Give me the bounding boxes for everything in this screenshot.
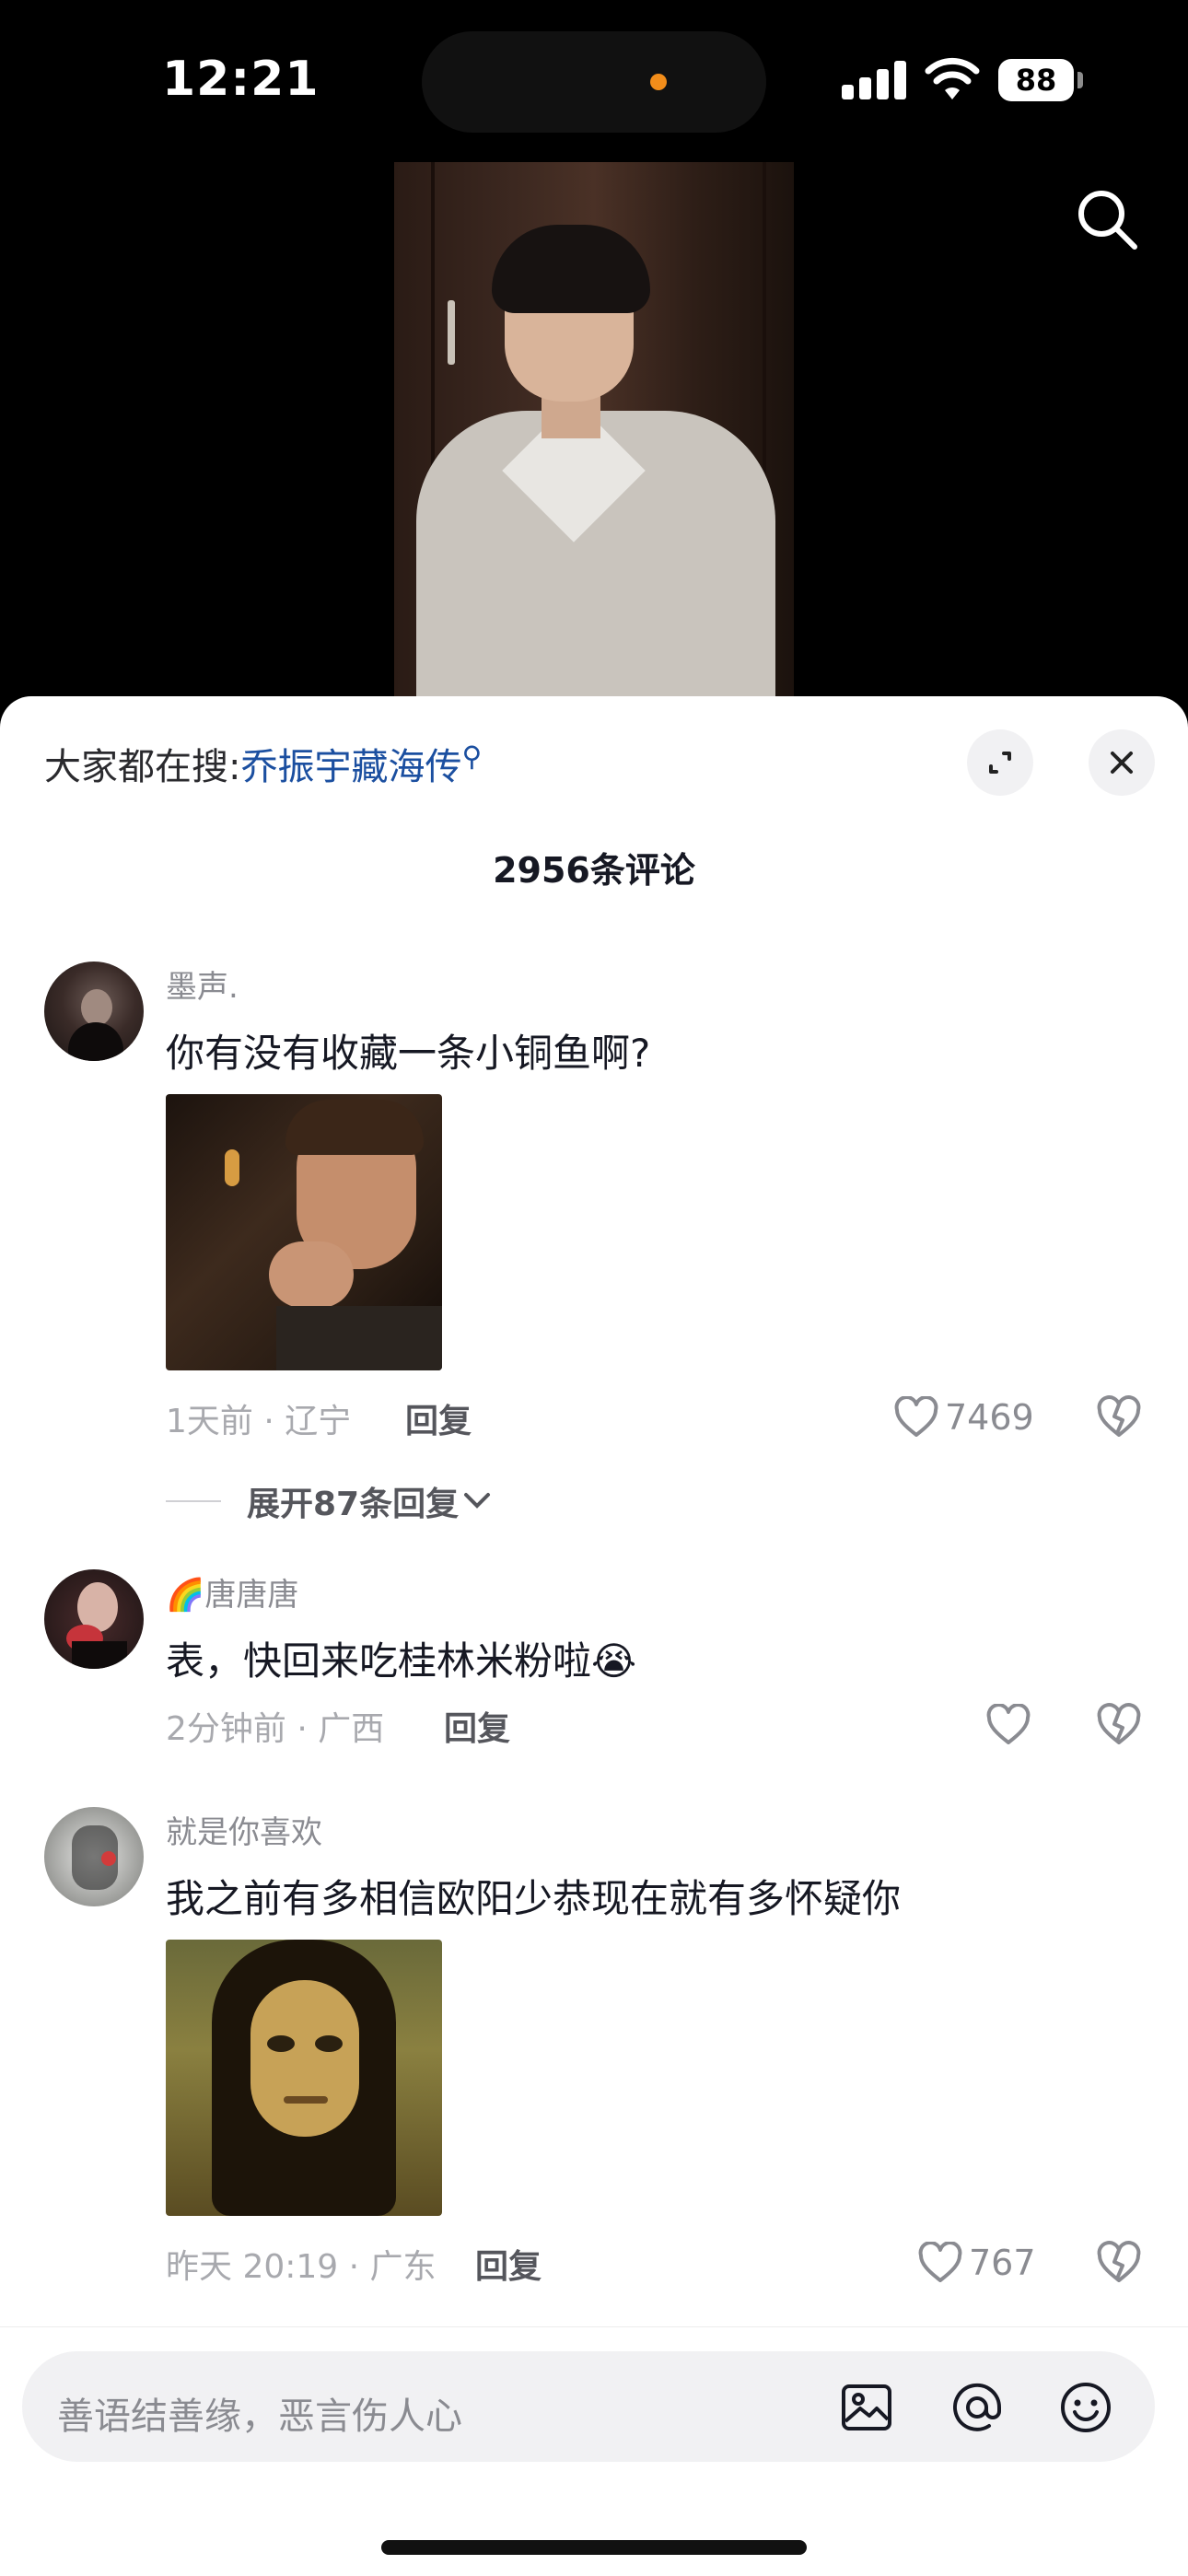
heart-icon	[918, 2242, 962, 2282]
username-text: 唐唐唐	[204, 1577, 299, 1614]
avatar[interactable]	[44, 962, 144, 1061]
heart-icon	[894, 1396, 938, 1437]
battery-tip	[1077, 72, 1083, 88]
avatar[interactable]	[44, 1569, 144, 1669]
comment-username[interactable]: 就是你喜欢	[166, 1807, 322, 1852]
reply-button[interactable]: 回复	[405, 1394, 472, 1442]
mini-search-icon: ⚲	[461, 740, 483, 774]
at-icon[interactable]	[949, 2379, 1006, 2436]
chevron-down-icon	[464, 1493, 491, 1509]
input-placeholder: 善语结善缘，恶言伤人心	[57, 2395, 462, 2438]
video-player[interactable]	[394, 162, 794, 696]
battery-level: 88	[1015, 63, 1057, 98]
comment-meta: 1天前 · 辽宁	[166, 1403, 352, 1440]
wifi-icon	[925, 57, 980, 99]
comment-image[interactable]	[166, 1940, 442, 2216]
comment-input-bar: 善语结善缘，恶言伤人心	[0, 2326, 1188, 2576]
status-bar: 12:21 88	[0, 0, 1188, 157]
emoji-icon[interactable]	[1057, 2379, 1114, 2436]
battery-icon: 88	[998, 59, 1074, 101]
expand-icon	[989, 752, 1011, 774]
home-indicator[interactable]	[381, 2540, 807, 2555]
expand-button[interactable]	[967, 729, 1033, 796]
reply-button[interactable]: 回复	[444, 1702, 510, 1750]
close-button[interactable]	[1089, 729, 1155, 796]
status-time: 12:21	[162, 52, 320, 107]
heart-icon	[986, 1704, 1031, 1744]
like-button[interactable]	[985, 1702, 1037, 1748]
close-icon	[1111, 752, 1133, 774]
dislike-icon[interactable]	[1096, 1394, 1142, 1440]
dislike-icon[interactable]	[1096, 1702, 1142, 1748]
avatar[interactable]	[44, 1807, 144, 1906]
recording-indicator	[650, 74, 667, 90]
trending-prefix: 大家都在搜:	[44, 746, 241, 788]
comment-username[interactable]: 🌈唐唐唐	[166, 1569, 298, 1614]
dislike-icon[interactable]	[1096, 2240, 1142, 2286]
comment-username[interactable]: 墨声.	[166, 962, 239, 1007]
comment-text: 你有没有收藏一条小铜鱼啊?	[166, 1031, 651, 1076]
comment-meta: 昨天 20:19 · 广东	[166, 2248, 437, 2286]
like-button[interactable]: 767	[917, 2240, 1036, 2286]
search-icon[interactable]	[1074, 186, 1142, 254]
comment-text: 我之前有多相信欧阳少恭现在就有多怀疑你	[166, 1876, 902, 1921]
expand-replies-label: 展开87条回复	[247, 1486, 460, 1523]
reply-button[interactable]: 回复	[475, 2240, 542, 2288]
trending-keyword[interactable]: 乔振宇藏海传	[240, 746, 461, 788]
comment-input[interactable]: 善语结善缘，恶言伤人心	[22, 2351, 1155, 2462]
comment-text: 表，快回来吃桂林米粉啦😭	[166, 1638, 637, 1684]
comment-image[interactable]	[166, 1094, 442, 1370]
expand-replies-button[interactable]: 展开87条回复	[166, 1477, 495, 1525]
username-emoji: 🌈	[166, 1577, 205, 1614]
image-icon[interactable]	[838, 2379, 895, 2436]
comment-sheet: 大家都在搜:乔振宇藏海传⚲ 2956条评论 墨声. 你有没有收藏一条小铜鱼啊? …	[0, 696, 1188, 2576]
signal-icon	[842, 61, 906, 99]
trending-search[interactable]: 大家都在搜:乔振宇藏海传⚲	[44, 737, 482, 790]
comments-count: 2956条评论	[493, 850, 695, 891]
like-count: 767	[969, 2243, 1036, 2283]
crying-emoji: 😭	[591, 1638, 637, 1684]
like-count: 7469	[945, 1397, 1034, 1438]
like-button[interactable]: 7469	[893, 1394, 1034, 1440]
comment-meta: 2分钟前 · 广西	[166, 1710, 385, 1748]
dynamic-island	[422, 31, 766, 133]
